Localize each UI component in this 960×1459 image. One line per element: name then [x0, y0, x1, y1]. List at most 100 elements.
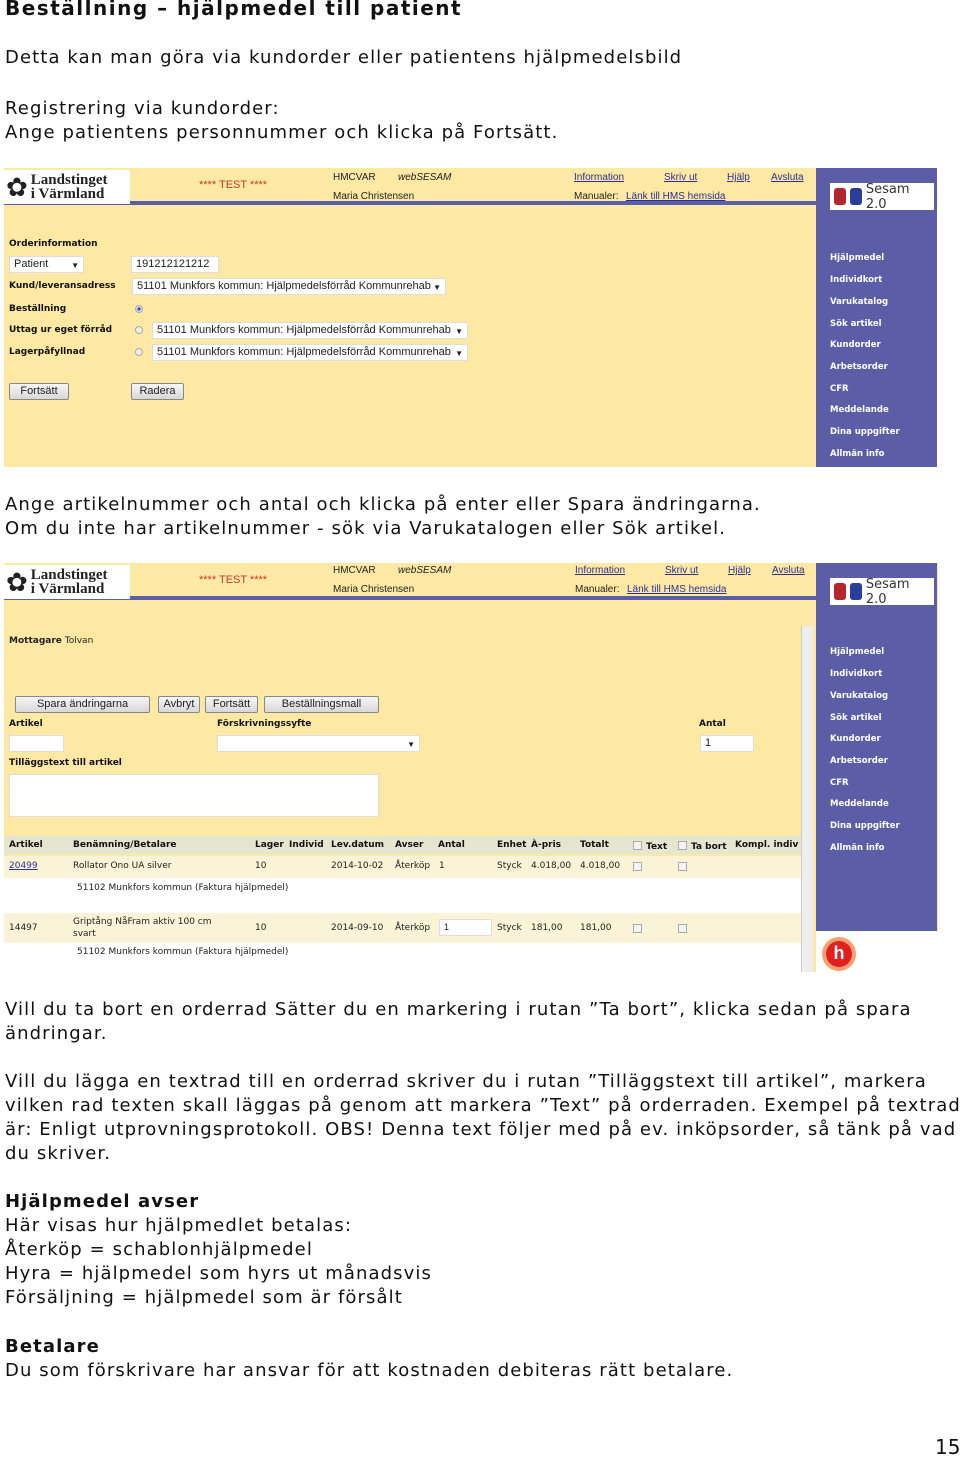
paragraph: Om du inte har artikelnummer - sök via V…: [5, 518, 727, 539]
apris: 181,00: [531, 923, 563, 933]
sidebar-item-kundorder[interactable]: Kundorder: [830, 340, 881, 350]
sidebar-item-allman-info[interactable]: Allmän info: [830, 843, 885, 853]
col-text: Text: [646, 842, 668, 852]
sidebar-item-varukatalog[interactable]: Varukatalog: [830, 297, 888, 307]
personnummer-input[interactable]: 191212121212: [131, 256, 219, 273]
logo-line: Landstinget: [30, 172, 108, 188]
manualer-label: Manualer:: [574, 191, 619, 202]
help-link[interactable]: Hjälp: [727, 172, 750, 183]
col-totalt: Totalt: [580, 840, 609, 850]
apris: 4.018,00: [531, 861, 572, 871]
logout-link[interactable]: Avsluta: [772, 565, 805, 576]
type-select[interactable]: Patient: [9, 256, 84, 273]
sidebar-item-dina-uppgifter[interactable]: Dina uppgifter: [830, 427, 900, 437]
benamning: Griptång NåFram aktiv 100 cm: [73, 917, 212, 927]
sidebar-item-hjalpmedel[interactable]: Hjälpmedel: [830, 647, 884, 657]
information-link[interactable]: Information: [574, 172, 624, 183]
logo-line: Landstinget: [30, 567, 108, 583]
antal-input[interactable]: 1: [700, 735, 754, 752]
tabort-checkbox[interactable]: [678, 862, 687, 871]
hms-link[interactable]: Länk till HMS hemsida: [627, 584, 726, 595]
sidebar-item-cfr[interactable]: CFR: [830, 778, 849, 788]
betalare-row: 51102 Munkfors kommun (Faktura hjälpmede…: [4, 943, 801, 972]
help-link[interactable]: Hjälp: [728, 565, 751, 576]
text-checkbox[interactable]: [633, 862, 642, 871]
artikel-input[interactable]: [9, 735, 64, 752]
user-code: HMCVAR: [333, 172, 376, 183]
paragraph: Registrering via kundorder:: [5, 98, 280, 119]
syfte-select[interactable]: [217, 735, 420, 752]
paragraph: Vill du lägga en textrad till en orderra…: [5, 1071, 927, 1092]
tabort-all-checkbox[interactable]: [678, 841, 687, 850]
antal: 1: [439, 861, 445, 871]
manualer-label: Manualer:: [575, 584, 620, 595]
antal-input[interactable]: 1: [439, 919, 492, 936]
avbryt-button[interactable]: Avbryt: [158, 696, 200, 713]
information-link[interactable]: Information: [575, 565, 625, 576]
text-all-checkbox[interactable]: [633, 841, 642, 850]
radera-button[interactable]: Radera: [131, 383, 184, 400]
sidebar-item-kundorder[interactable]: Kundorder: [830, 734, 881, 744]
app-header: ✿ Landstinget i Värmland **** TEST **** HM…: [4, 563, 816, 600]
lager: 10: [255, 861, 267, 871]
betalare: 51102 Munkfors kommun (Faktura hjälpmede…: [77, 883, 289, 893]
sidebar-item-individkort[interactable]: Individkort: [830, 669, 882, 679]
page-number: 15: [935, 1435, 960, 1459]
sidebar-item-sok-artikel[interactable]: Sök artikel: [830, 319, 882, 329]
sidebar-item-individkort[interactable]: Individkort: [830, 275, 882, 285]
logo-line: i Värmland: [30, 186, 105, 202]
lager-radio[interactable]: [135, 348, 143, 356]
screenshot-order-rows: ✿ Landstinget i Värmland **** TEST **** HM…: [4, 563, 938, 972]
uttag-radio[interactable]: [135, 326, 143, 334]
sidebar: Sesam 2.0 Hjälpmedel Individkort Varukat…: [816, 168, 937, 467]
lager-label: Lagerpåfyllnad: [9, 347, 86, 357]
kund-select[interactable]: 51101 Munkfors kommun: Hjälpmedelsförråd…: [132, 278, 446, 295]
fortsatt-button[interactable]: Fortsätt: [205, 696, 258, 713]
sidebar-item-meddelande[interactable]: Meddelande: [830, 405, 889, 415]
paragraph: Hyra = hjälpmedel som hyrs ut månadsvis: [5, 1263, 432, 1284]
logo-line: i Värmland: [30, 581, 105, 597]
bestallning-label: Beställning: [9, 304, 67, 314]
scrollbar[interactable]: [801, 626, 813, 972]
levdatum: 2014-09-10: [331, 923, 384, 933]
col-avser: Avser: [395, 840, 424, 850]
sidebar-item-sok-artikel[interactable]: Sök artikel: [830, 713, 882, 723]
lager-select[interactable]: 51101 Munkfors kommun: Hjälpmedelsförråd…: [152, 344, 468, 361]
fortsatt-button[interactable]: Fortsätt: [9, 383, 69, 400]
paragraph: Vill du ta bort en orderrad Sätter du en…: [5, 999, 912, 1020]
print-link[interactable]: Skriv ut: [665, 565, 698, 576]
sidebar-item-allman-info[interactable]: Allmän info: [830, 449, 885, 459]
screenshot-order-info: ✿ Landstinget i Värmland **** TEST **** HM…: [4, 168, 937, 467]
sidebar-item-cfr[interactable]: CFR: [830, 384, 849, 394]
section-title: Orderinformation: [9, 239, 98, 249]
sesam-label: Sesam 2.0: [865, 181, 910, 212]
spara-andringarna-button[interactable]: Spara ändringarna: [15, 696, 150, 713]
paragraph: Du som förskrivare har ansvar för att ko…: [5, 1360, 734, 1381]
hms-link[interactable]: Länk till HMS hemsida: [626, 191, 725, 202]
bestallningsmall-button[interactable]: Beställningsmall: [264, 696, 379, 713]
sidebar-item-meddelande[interactable]: Meddelande: [830, 799, 889, 809]
paragraph: Återköp = schablonhjälpmedel: [5, 1239, 313, 1260]
sidebar-item-hjalpmedel[interactable]: Hjälpmedel: [830, 253, 884, 263]
sidebar: Sesam 2.0 Hjälpmedel Individkort Varukat…: [816, 563, 937, 931]
tillagg-textarea[interactable]: [9, 774, 379, 817]
sidebar-item-arbetsorder[interactable]: Arbetsorder: [830, 362, 888, 372]
logout-link[interactable]: Avsluta: [771, 172, 804, 183]
betalare-row: 51102 Munkfors kommun (Faktura hjälpmede…: [4, 878, 801, 913]
sesam-logo: Sesam 2.0: [830, 577, 934, 607]
text-checkbox[interactable]: [633, 924, 642, 933]
col-enhet: Enhet: [497, 840, 527, 850]
avser: Återköp: [395, 861, 431, 871]
betalare: 51102 Munkfors kommun (Faktura hjälpmede…: [77, 947, 289, 957]
sidebar-item-dina-uppgifter[interactable]: Dina uppgifter: [830, 821, 900, 831]
tabort-checkbox[interactable]: [678, 924, 687, 933]
test-banner: **** TEST ****: [199, 179, 268, 191]
uttag-select[interactable]: 51101 Munkfors kommun: Hjälpmedelsförråd…: [152, 322, 468, 339]
sidebar-item-arbetsorder[interactable]: Arbetsorder: [830, 756, 888, 766]
tillagg-label: Tilläggstext till artikel: [9, 758, 122, 768]
page-heading: Beställning – hjälpmedel till patient: [5, 0, 463, 20]
artikel-link[interactable]: 20499: [9, 861, 38, 871]
bestallning-radio[interactable]: [135, 305, 143, 313]
print-link[interactable]: Skriv ut: [664, 172, 697, 183]
sidebar-item-varukatalog[interactable]: Varukatalog: [830, 691, 888, 701]
